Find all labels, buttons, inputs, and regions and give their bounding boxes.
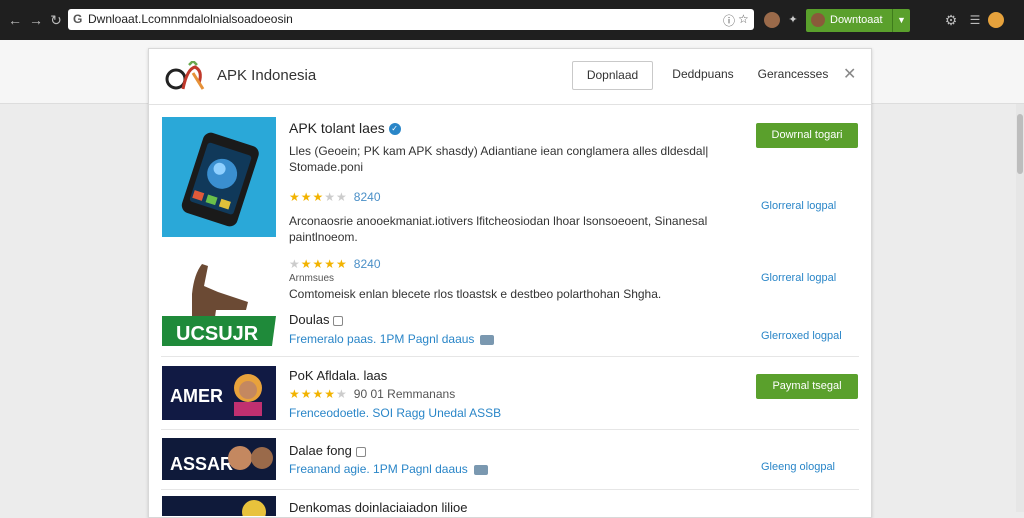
camera-icon [473, 464, 488, 475]
lock-icon [333, 315, 344, 326]
apk-panel: APK Indonesia Dopnlaad Deddpuans Gerance… [148, 48, 872, 518]
scrollbar[interactable] [1016, 104, 1024, 512]
menu-icon[interactable]: ☰ [966, 11, 984, 29]
scrollbar-thumb[interactable] [1017, 114, 1023, 174]
chevron-down-icon[interactable]: ▼ [892, 9, 910, 32]
url-text: Dwnloaat.Lcomnmdalolnialsoadoeosin [88, 12, 293, 26]
app-subtext: Arnmsues [289, 273, 335, 284]
app-link[interactable]: Glorreral logpal [761, 272, 836, 284]
avatar [811, 13, 825, 27]
app-title[interactable]: Doulas [289, 312, 329, 327]
browser-toolbar: ← → ↻ G Dwnloaat.Lcomnmdalolnialsoadoeos… [0, 0, 1024, 40]
lock-icon [355, 446, 366, 457]
divider [161, 489, 859, 490]
app-title[interactable]: PoK Afldala. laas [289, 368, 387, 383]
download-app-button[interactable]: Dowrnal togari [756, 123, 858, 148]
app-title[interactable]: Dalae fong [289, 443, 352, 458]
star-rating: ★★★★★ 90 01 Remmanans [289, 387, 456, 401]
app-thumbnail-hand[interactable]: UCSUJR [162, 254, 276, 346]
reload-icon[interactable]: ↻ [47, 11, 65, 29]
app-thumbnail-amer[interactable]: AMER [162, 366, 276, 420]
app-title[interactable]: APK tolant laes [289, 120, 385, 136]
app-description: Lles (Geoein; PK kam APK shasdy) Adianti… [289, 144, 709, 174]
verified-badge-icon: ✓ [388, 123, 401, 136]
nav-download-button[interactable]: Dopnlaad [572, 61, 653, 90]
download-button[interactable]: Downtoaat ▼ [806, 9, 910, 32]
thumbnail-text: UCSUJR [176, 323, 259, 345]
site-logo [165, 61, 205, 90]
site-info-icon[interactable]: G [73, 12, 82, 26]
app-link[interactable]: Gleeng ologpal [761, 461, 835, 473]
info-icon[interactable]: ⓘ [723, 12, 735, 29]
rating-count: 8240 [353, 257, 381, 271]
app-meta[interactable]: Fremeralo paas. 1PM Pagnl daaus [289, 332, 474, 346]
thumbnail-text: ASSAR [170, 454, 233, 474]
app-description: Comtomeisk enlan blecete rlos tloastsk e… [289, 287, 662, 301]
app-title[interactable]: Denkomas doinlaciaiadon lilioe [289, 500, 468, 515]
close-icon[interactable]: ✕ [843, 64, 856, 84]
star-rating: ★★★★★ 8240 [289, 257, 381, 271]
star-rating: ★★★★★ 8240 [289, 190, 381, 204]
nav-link-deddpuans[interactable]: Deddpuans [669, 61, 737, 90]
bookmark-star-icon[interactable]: ☆ [738, 12, 749, 26]
thumbnail-text: AMER [170, 386, 223, 406]
site-title: APK Indonesia [217, 67, 317, 84]
app-link[interactable]: Glorreral logpal [761, 200, 836, 212]
nav-link-gerancesses[interactable]: Gerancesses [753, 61, 833, 90]
panel-header: APK Indonesia Dopnlaad Deddpuans Gerance… [149, 49, 871, 105]
app-thumbnail-assar[interactable]: ASSAR [162, 438, 276, 480]
app-thumbnail-phone[interactable] [162, 117, 276, 237]
app-link[interactable]: Glerroxed logpal [761, 330, 842, 342]
rating-count: 8240 [353, 190, 381, 204]
rating-count: 90 01 Remmanans [353, 387, 456, 401]
app-meta[interactable]: Frenceodoetle. SOI Ragg Unedal ASSB [289, 406, 501, 420]
account-avatar[interactable] [988, 12, 1004, 28]
divider [161, 429, 859, 430]
app-thumbnail-partial[interactable] [162, 496, 276, 516]
pay-app-button[interactable]: Paymal tsegal [756, 374, 858, 399]
forward-icon[interactable]: → [27, 11, 45, 29]
back-icon[interactable]: ← [6, 11, 24, 29]
camera-icon [480, 334, 495, 345]
app-meta[interactable]: Freanand agie. 1PM Pagnl daaus [289, 462, 468, 476]
address-bar[interactable]: G Dwnloaat.Lcomnmdalolnialsoadoeosin ⓘ ☆ [68, 9, 754, 30]
extension-icon[interactable]: ✦ [784, 11, 802, 29]
settings-gear-icon[interactable]: ⚙ [942, 11, 960, 29]
app-description: Arconaosrie anooekmaniat.iotivers lfitch… [289, 214, 708, 244]
profile-avatar-icon[interactable] [764, 12, 780, 28]
divider [161, 356, 859, 357]
